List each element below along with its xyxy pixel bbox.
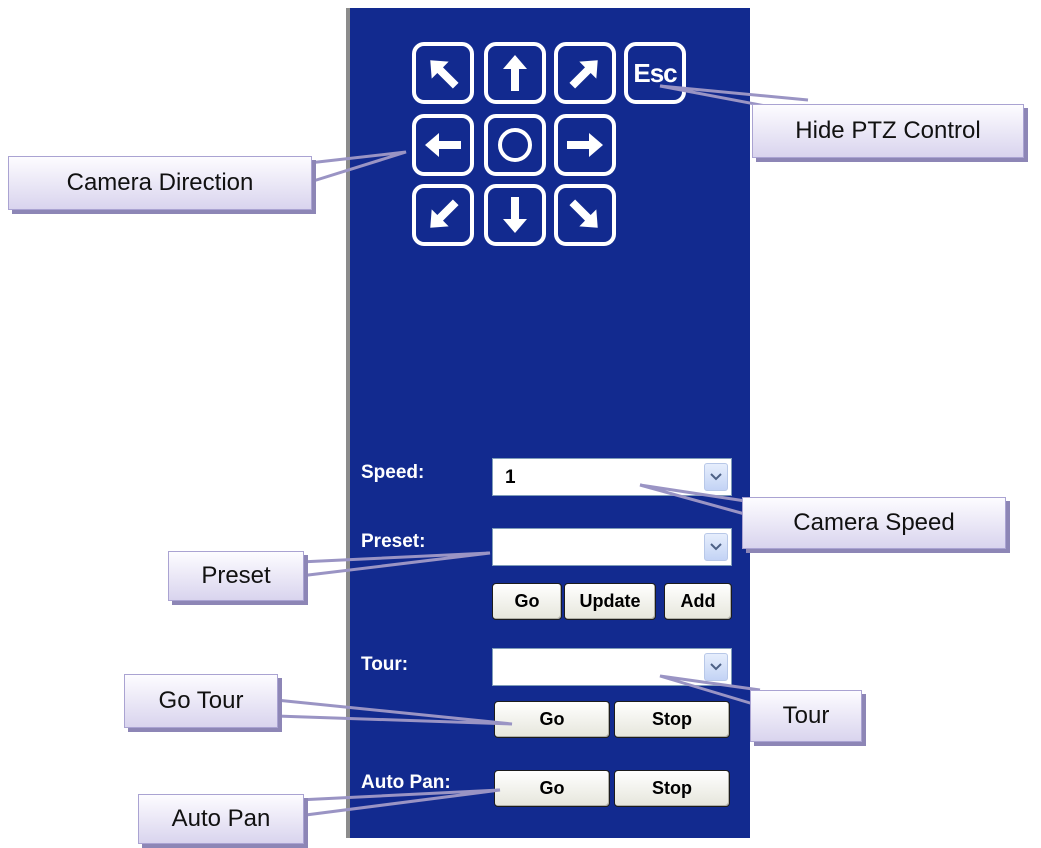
tour-stop-button[interactable]: Stop [614,701,730,738]
tour-go-button[interactable]: Go [494,701,610,738]
chevron-down-icon[interactable] [704,653,728,681]
preset-label: Preset: [361,531,426,552]
home-circle-icon [498,128,532,162]
left-arrow-icon [425,133,461,157]
left-button[interactable] [412,114,474,176]
tour-label: Tour: [361,654,409,675]
up-left-button[interactable] [412,42,474,104]
chevron-down-icon[interactable] [704,463,728,491]
callout-preset: Preset [168,551,304,601]
preset-update-button[interactable]: Update [564,583,656,620]
callout-camera-direction: Camera Direction [8,156,312,210]
down-right-button[interactable] [554,184,616,246]
down-left-button[interactable] [412,184,474,246]
home-button[interactable] [484,114,546,176]
up-arrow-icon [503,55,527,91]
speed-label: Speed: [361,462,425,483]
up-right-button[interactable] [554,42,616,104]
down-button[interactable] [484,184,546,246]
down-right-arrow-icon [569,199,598,228]
right-arrow-icon [567,133,603,157]
callout-go-tour: Go Tour [124,674,278,728]
esc-label: Esc [633,57,677,88]
up-left-arrow-icon [430,60,459,89]
down-left-arrow-icon [430,199,459,228]
hide-ptz-button[interactable]: Esc [624,42,686,104]
down-arrow-icon [503,197,527,233]
preset-go-button[interactable]: Go [492,583,562,620]
speed-value: 1 [505,467,516,488]
chevron-down-icon[interactable] [704,533,728,561]
tour-select[interactable] [492,648,732,686]
preset-add-button[interactable]: Add [664,583,732,620]
auto-pan-stop-button[interactable]: Stop [614,770,730,807]
preset-select[interactable] [492,528,732,566]
callout-camera-speed: Camera Speed [742,497,1006,549]
callout-tour: Tour [750,690,862,742]
auto-pan-go-button[interactable]: Go [494,770,610,807]
callout-auto-pan: Auto Pan [138,794,304,844]
right-button[interactable] [554,114,616,176]
auto-pan-label: Auto Pan: [361,772,451,793]
callout-hide-ptz: Hide PTZ Control [752,104,1024,158]
speed-select[interactable]: 1 [492,458,732,496]
up-right-arrow-icon [569,60,598,89]
up-button[interactable] [484,42,546,104]
